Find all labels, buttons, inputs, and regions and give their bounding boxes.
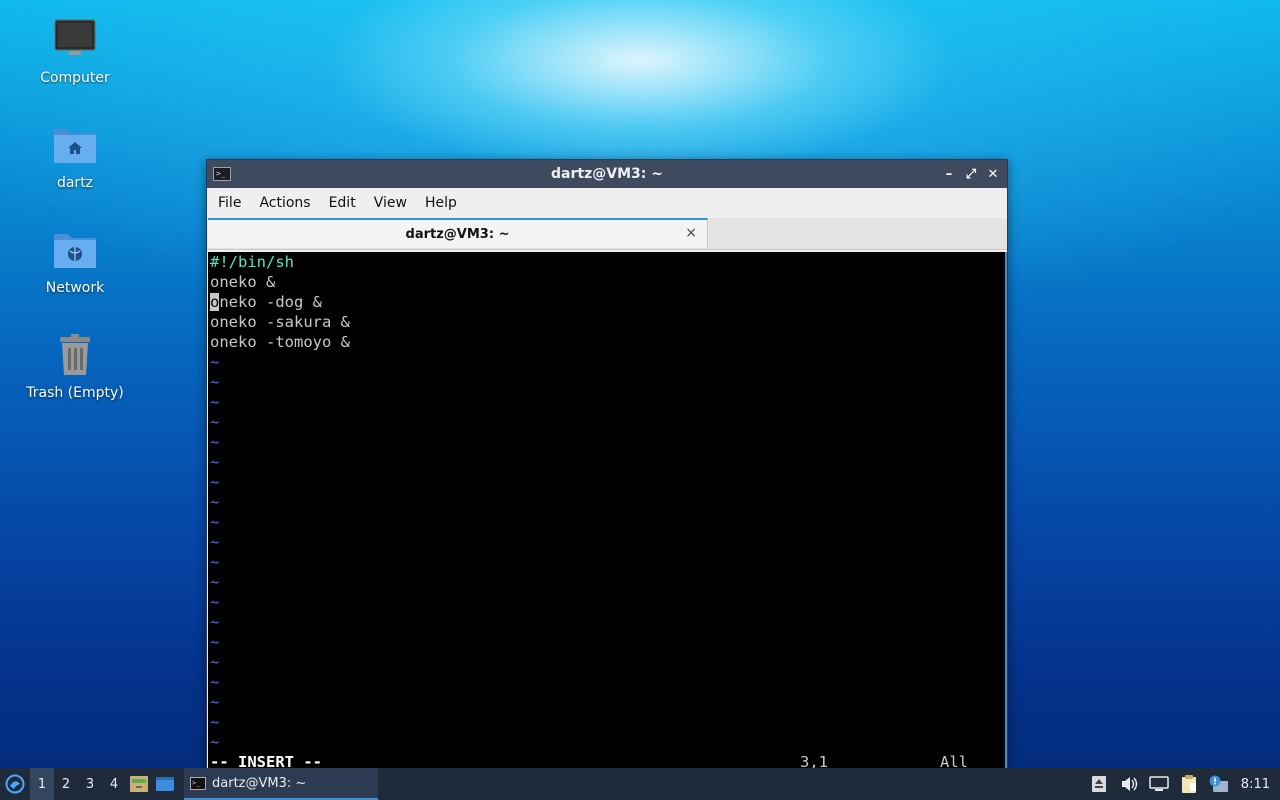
tab-close-icon[interactable]: × [685, 225, 697, 241]
desktop-icon-network[interactable]: Network [20, 226, 130, 296]
tab-label: dartz@VM3: ~ [405, 226, 510, 242]
tray-network[interactable] [1149, 774, 1169, 794]
menubar: File Actions Edit View Help [207, 188, 1007, 218]
empty-line-markers: ~ ~ ~ ~ ~ ~ ~ ~ ~ ~ ~ ~ ~ ~ ~ ~ ~ ~ ~ ~ [210, 352, 1006, 752]
desktop-icon [156, 777, 174, 791]
tray-clipboard[interactable] [1179, 774, 1199, 794]
system-tray: 8:11 [1089, 774, 1280, 794]
text-cursor: o [210, 293, 220, 311]
vim-empty-line-marker: ~ [210, 613, 220, 631]
terminal-line: oneko -tomoyo & [210, 333, 350, 351]
menu-help[interactable]: Help [416, 195, 466, 211]
terminal-line: #!/bin/sh [210, 253, 294, 271]
desktop-icon-computer[interactable]: Computer [20, 16, 130, 86]
network-icon [1149, 776, 1169, 791]
vim-empty-line-marker: ~ [210, 673, 220, 691]
vim-empty-line-marker: ~ [210, 653, 220, 671]
clock[interactable]: 8:11 [1241, 777, 1270, 792]
vim-empty-line-marker: ~ [210, 713, 220, 731]
terminal-app-icon: >_ [213, 167, 231, 181]
terminal-line: oneko & [210, 273, 276, 291]
speaker-icon [1121, 777, 1137, 791]
home-folder-icon [54, 129, 96, 163]
menu-view[interactable]: View [365, 195, 416, 211]
lubuntu-logo-icon [5, 774, 25, 794]
tab-bar: dartz@VM3: ~ × [207, 218, 1007, 250]
task-terminal[interactable]: >_ dartz@VM3: ~ [184, 768, 378, 800]
vim-empty-line-marker: ~ [210, 413, 220, 431]
start-menu-button[interactable] [0, 768, 30, 800]
terminal-scroll-edge [1005, 252, 1007, 772]
vim-empty-line-marker: ~ [210, 473, 220, 491]
eject-icon [1091, 776, 1106, 792]
desktop-icon-label: Computer [40, 70, 110, 86]
desktop-icon-home[interactable]: dartz [20, 121, 130, 191]
terminal-window: >_ dartz@VM3: ~ – ⤢ ✕ File Actions Edit … [206, 159, 1008, 772]
menu-actions[interactable]: Actions [250, 195, 319, 211]
vim-empty-line-marker: ~ [210, 553, 220, 571]
terminal-line-cursor: oneko -dog & [210, 292, 1006, 312]
clipboard-icon [1181, 775, 1196, 793]
desktop-icon-label: dartz [56, 175, 94, 191]
menu-file[interactable]: File [209, 195, 250, 211]
desktop-icon-label: Network [45, 280, 105, 296]
task-label: dartz@VM3: ~ [212, 775, 307, 791]
network-folder-icon [54, 234, 96, 268]
workspace-3[interactable]: 3 [78, 768, 102, 800]
vim-empty-line-marker: ~ [210, 533, 220, 551]
vim-empty-line-marker: ~ [210, 393, 220, 411]
trash-icon [60, 334, 90, 375]
terminal-line: oneko -sakura & [210, 313, 350, 331]
vim-empty-line-marker: ~ [210, 453, 220, 471]
tray-notifications[interactable] [1209, 774, 1229, 794]
close-button[interactable]: ✕ [983, 164, 1003, 184]
maximize-button[interactable]: ⤢ [961, 164, 981, 184]
terminal-area[interactable]: #!/bin/sh oneko & oneko -dog & oneko -sa… [208, 252, 1006, 772]
window-title: dartz@VM3: ~ [551, 166, 663, 182]
terminal-line-text: neko -dog & [219, 293, 322, 311]
vim-empty-line-marker: ~ [210, 633, 220, 651]
vim-empty-line-marker: ~ [210, 573, 220, 591]
file-manager-launcher[interactable] [126, 768, 152, 800]
vim-empty-line-marker: ~ [210, 433, 220, 451]
tray-volume[interactable] [1119, 774, 1139, 794]
monitor-icon [54, 19, 96, 55]
vim-empty-line-marker: ~ [210, 513, 220, 531]
tray-eject[interactable] [1089, 774, 1109, 794]
vim-empty-line-marker: ~ [210, 373, 220, 391]
vim-empty-line-marker: ~ [210, 733, 220, 751]
workspace-2[interactable]: 2 [54, 768, 78, 800]
file-cabinet-icon [130, 776, 148, 792]
vim-empty-line-marker: ~ [210, 493, 220, 511]
desktop-icon-trash[interactable]: Trash (Empty) [20, 331, 130, 401]
tab-terminal[interactable]: dartz@VM3: ~ × [208, 218, 708, 248]
vim-empty-line-marker: ~ [210, 593, 220, 611]
terminal-task-icon: >_ [190, 776, 206, 790]
workspace-4[interactable]: 4 [102, 768, 126, 800]
desktop-icon-label: Trash (Empty) [26, 385, 124, 401]
taskbar: 1 2 3 4 >_ dartz@VM3: ~ 8:11 [0, 768, 1280, 800]
vim-empty-line-marker: ~ [210, 693, 220, 711]
window-titlebar[interactable]: >_ dartz@VM3: ~ – ⤢ ✕ [207, 160, 1007, 188]
vim-empty-line-marker: ~ [210, 353, 220, 371]
minimize-button[interactable]: – [939, 164, 959, 184]
menu-edit[interactable]: Edit [320, 195, 365, 211]
update-notifier-icon [1209, 775, 1228, 792]
workspace-1[interactable]: 1 [30, 768, 54, 800]
show-desktop-button[interactable] [152, 768, 178, 800]
